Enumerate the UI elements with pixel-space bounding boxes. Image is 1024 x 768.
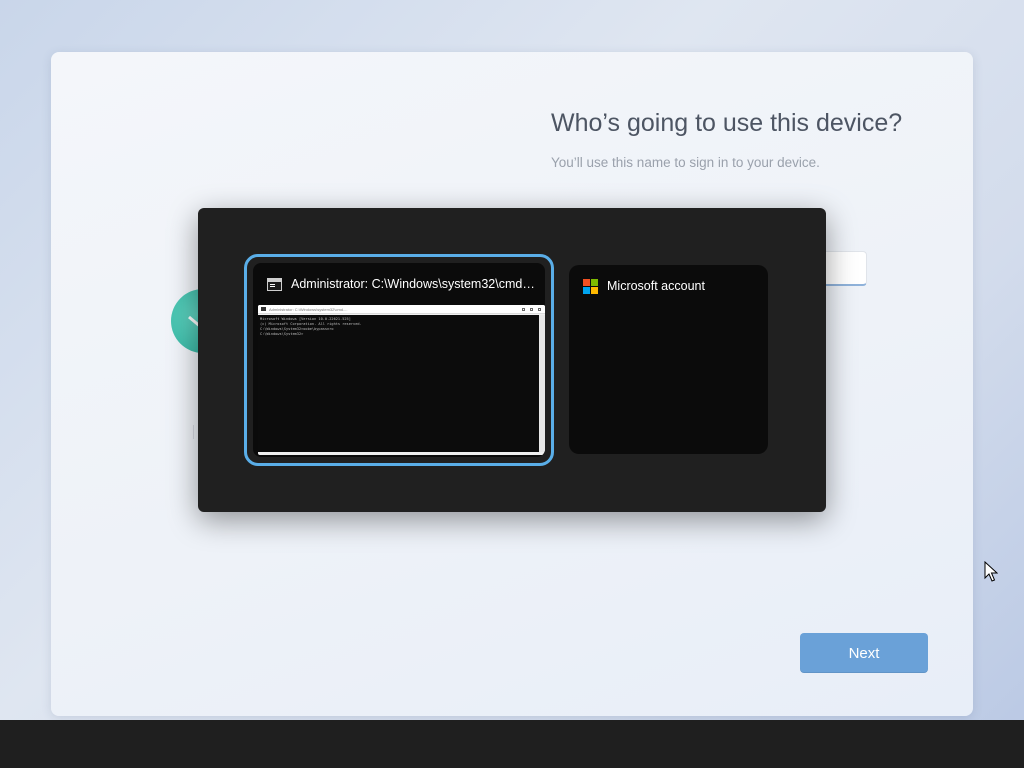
console-line: C:\Windows\System32> <box>260 332 304 336</box>
task-card-cmd-header: Administrator: C:\Windows\system32\cmd..… <box>267 275 535 293</box>
page-subtitle: You’ll use this name to sign in to your … <box>551 155 820 170</box>
thumbnail-window-controls <box>522 307 545 311</box>
task-card-ms-title: Microsoft account <box>607 279 705 293</box>
page-title: Who’s going to use this device? <box>551 109 903 137</box>
next-button[interactable]: Next <box>800 633 928 673</box>
thumbnail-title: Administrator: C:\Windows\system32\cmd..… <box>269 306 348 312</box>
task-switcher: Administrator: C:\Windows\system32\cmd..… <box>198 208 826 512</box>
microsoft-logo-icon <box>583 278 598 294</box>
console-scrollbar <box>539 315 545 452</box>
task-card-ms-header: Microsoft account <box>583 277 758 295</box>
taskbar <box>0 720 1024 768</box>
console-output: Microsoft Windows [Version 10.0.22621.52… <box>258 315 539 452</box>
mini-cmd-icon <box>261 307 266 311</box>
task-card-microsoft-account[interactable]: Microsoft account <box>569 265 768 454</box>
cmd-icon <box>267 277 282 291</box>
task-card-cmd-title: Administrator: C:\Windows\system32\cmd..… <box>291 277 535 291</box>
mouse-cursor-icon <box>984 561 998 582</box>
thumbnail-title-bar: Administrator: C:\Windows\system32\cmd..… <box>258 305 545 314</box>
cmd-window-thumbnail: Administrator: C:\Windows\system32\cmd..… <box>258 305 545 455</box>
task-card-cmd[interactable]: Administrator: C:\Windows\system32\cmd..… <box>244 254 554 466</box>
task-card-cmd-body: Administrator: C:\Windows\system32\cmd..… <box>253 263 545 457</box>
